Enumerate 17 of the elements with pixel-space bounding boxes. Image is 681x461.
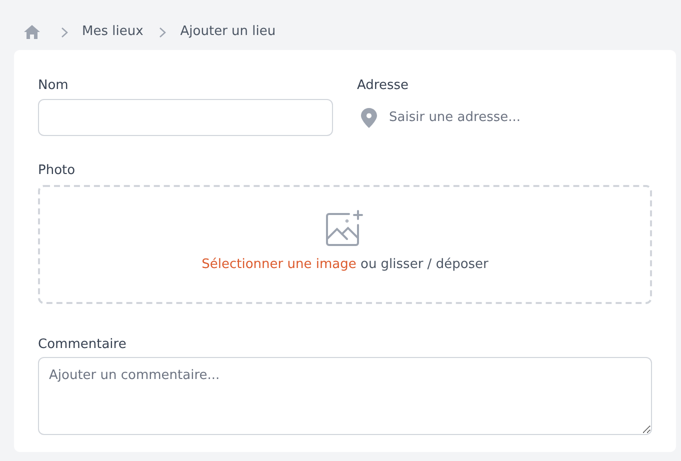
breadcrumb-link[interactable]: Ajouter un lieu: [180, 22, 276, 42]
comment-textarea[interactable]: Ajouter un commentaire...: [38, 357, 652, 435]
location-pin-icon: [361, 108, 377, 128]
address-input[interactable]: Saisir une adresse...: [389, 108, 639, 128]
name-input[interactable]: [38, 99, 333, 136]
home-icon[interactable]: [23, 24, 41, 40]
field-label: Adresse: [357, 77, 410, 94]
chevron-right-icon: [159, 26, 166, 38]
breadcrumb-link[interactable]: Mes lieux: [82, 22, 144, 42]
photo-dropzone[interactable]: Sélectionner une image ou glisser / déposer: [38, 185, 652, 304]
add-image-icon: [325, 209, 365, 247]
field-label: Photo: [38, 162, 76, 179]
field-label: Nom: [38, 77, 70, 94]
chevron-right-icon: [61, 26, 68, 38]
field-label: Commentaire: [38, 336, 128, 353]
drop-hint: ou glisser / déposer: [360, 257, 488, 272]
select-image-link[interactable]: Sélectionner une image: [202, 257, 356, 272]
